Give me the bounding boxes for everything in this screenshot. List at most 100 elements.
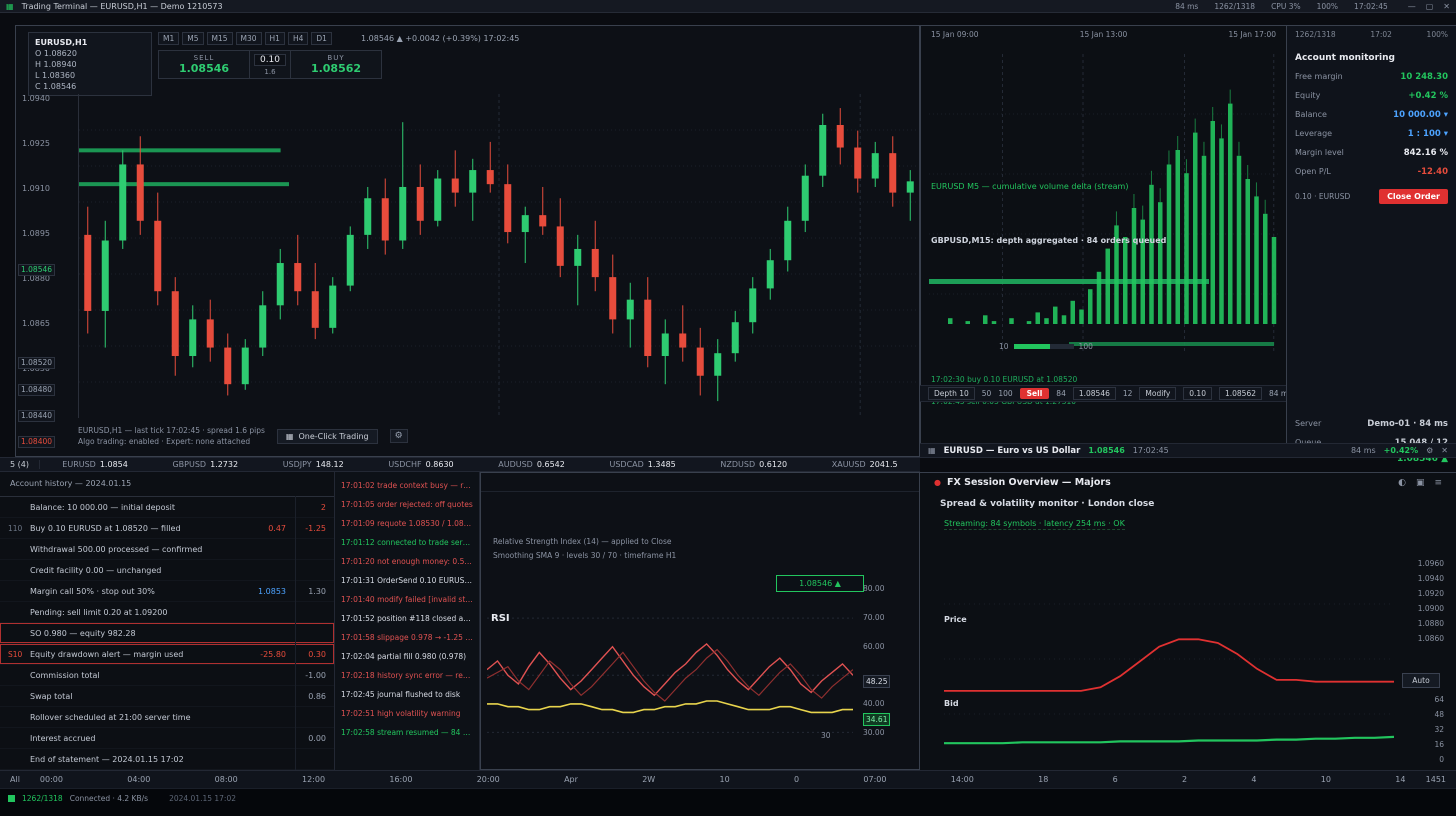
ticker-item[interactable]: USDJPY 148.12 bbox=[283, 460, 344, 469]
sell-button[interactable]: SELL 1.08546 bbox=[159, 51, 249, 78]
time-axis-label: 04:00 bbox=[127, 775, 150, 784]
ticker-item[interactable]: NZDUSD 0.6120 bbox=[720, 460, 787, 469]
row-value-2: 1.30 bbox=[294, 587, 326, 596]
dom-control-chip[interactable]: 12 bbox=[1123, 389, 1133, 398]
buy-button[interactable]: BUY 1.08562 bbox=[291, 51, 381, 78]
ticker-item[interactable]: USDCHF 0.8630 bbox=[388, 460, 453, 469]
ticker-item[interactable]: XAUUSD 2041.5 bbox=[832, 460, 898, 469]
close-icon[interactable]: ✕ bbox=[1441, 446, 1448, 455]
gear-icon[interactable]: ⚙ bbox=[390, 429, 408, 443]
stream-status-text: Streaming: 84 symbols · latency 254 ms ·… bbox=[944, 519, 1125, 530]
contrast-icon[interactable]: ◐ bbox=[1398, 478, 1406, 488]
axis-label: 1.0900 bbox=[1402, 604, 1444, 619]
window-control-button[interactable]: — bbox=[1408, 2, 1416, 11]
ticker-item[interactable]: GBPUSD 1.2732 bbox=[172, 460, 238, 469]
overview-volume-axis: 644832160 bbox=[1402, 695, 1444, 770]
dom-control-chip[interactable]: 1.08546 bbox=[1073, 387, 1116, 400]
sidebar-row-label: Equity bbox=[1295, 91, 1320, 100]
sidebar-row-value: -12.40 bbox=[1418, 167, 1448, 177]
sidebar-row-value: 10 000.00 ▾ bbox=[1393, 110, 1448, 120]
axis-label: 16 bbox=[1402, 740, 1444, 755]
menu-icon[interactable]: ≡ bbox=[1434, 478, 1442, 488]
rsi-indicator-panel: Relative Strength Index (14) — applied t… bbox=[480, 472, 920, 770]
overview-subtitle: Spread & volatility monitor · London clo… bbox=[940, 499, 1154, 509]
slider-track[interactable] bbox=[1014, 344, 1074, 349]
time-axis-right: 1451 bbox=[1426, 775, 1446, 784]
axis-label: 64 bbox=[1402, 695, 1444, 710]
time-axis-label: 2W bbox=[642, 775, 655, 784]
connection-note: Connected · 4.2 KB/s bbox=[70, 794, 148, 803]
sell-label: SELL bbox=[165, 54, 243, 62]
ticker-item[interactable]: USDCAD 1.3485 bbox=[609, 460, 675, 469]
table-row[interactable]: End of statement — 2024.01.15 17:02 bbox=[0, 749, 334, 770]
ticker-symbol: USDCHF bbox=[388, 460, 421, 469]
sidebar-footer-label: Server bbox=[1295, 419, 1321, 428]
overview-price-axis: 1.09601.09401.09201.09001.08801.0860 bbox=[1402, 559, 1444, 649]
sidebar-footer-row: Server Demo-01 · 84 ms bbox=[1287, 414, 1456, 433]
depth-chart-panel: 15 Jan 09:0015 Jan 13:0015 Jan 17:00 EUR… bbox=[920, 25, 1286, 445]
dom-control-chip[interactable]: Depth 10 bbox=[928, 387, 975, 400]
layout-icon[interactable]: ▣ bbox=[1416, 478, 1425, 488]
time-axis-label: 14:00 bbox=[951, 775, 974, 784]
row-label: Credit facility 0.00 — unchanged bbox=[30, 566, 244, 575]
dom-control-chip[interactable]: 100 bbox=[998, 389, 1012, 398]
dom-control-chip[interactable]: 50 bbox=[982, 389, 992, 398]
table-row[interactable]: Swap total 0.86 bbox=[0, 686, 334, 707]
chart-date-label: 15 Jan 13:00 bbox=[1080, 30, 1128, 39]
table-row[interactable]: Commission total -1.00 bbox=[0, 665, 334, 686]
app-title: Trading Terminal — EURUSD,H1 — Demo 1210… bbox=[22, 2, 223, 11]
main-candlestick-chart[interactable] bbox=[78, 94, 919, 418]
journal-entry: 17:02:18 history sync error — retrying bbox=[335, 666, 479, 685]
depth-volume-chart[interactable] bbox=[929, 54, 1279, 354]
symbol-icon: ▦ bbox=[928, 446, 936, 455]
close-order-button[interactable]: Close Order bbox=[1379, 189, 1448, 204]
ohlc-low: L 1.08360 bbox=[35, 70, 145, 81]
dom-control-chip[interactable]: 1.08562 bbox=[1219, 387, 1262, 400]
dom-control-chip[interactable]: 0.10 bbox=[1183, 387, 1212, 400]
table-row[interactable]: Interest accrued 0.00 bbox=[0, 728, 334, 749]
one-click-trading-button[interactable]: ▦ One-Click Trading bbox=[277, 429, 378, 444]
depth-zoom-slider[interactable]: 10 100 bbox=[999, 342, 1093, 351]
ticker-item[interactable]: AUDUSD 0.6542 bbox=[498, 460, 565, 469]
timeframe-button[interactable]: M1 bbox=[158, 32, 179, 45]
timeframe-button[interactable]: M30 bbox=[236, 32, 262, 45]
ticker-symbol: XAUUSD bbox=[832, 460, 866, 469]
dom-control-chip[interactable]: 84 bbox=[1056, 389, 1066, 398]
ticker-value: 0.8630 bbox=[426, 460, 454, 469]
sidebar-row: Margin level 842.16 % bbox=[1287, 143, 1456, 162]
overview-line-chart[interactable] bbox=[944, 549, 1394, 761]
symbol-bar-title: EURUSD — Euro vs US Dollar bbox=[944, 446, 1081, 456]
table-row[interactable]: SO 0.980 — equity 982.28 bbox=[0, 623, 334, 644]
ticker-item[interactable]: EURUSD 1.0854 bbox=[62, 460, 128, 469]
ticker-symbol: USDJPY bbox=[283, 460, 312, 469]
timeframe-button[interactable]: M5 bbox=[182, 32, 203, 45]
symbol-info-box: EURUSD,H1 O 1.08620 H 1.08940 L 1.08360 … bbox=[28, 32, 152, 96]
buy-label: BUY bbox=[297, 54, 375, 62]
spread-value: 1.6 bbox=[264, 68, 275, 76]
timeframe-button[interactable]: H4 bbox=[288, 32, 308, 45]
gear-icon[interactable]: ⚙ bbox=[1426, 446, 1433, 455]
table-row[interactable]: 110 Buy 0.10 EURUSD at 1.08520 — filled … bbox=[0, 518, 334, 539]
table-row[interactable]: Margin call 50% · stop out 30% 1.0853 1.… bbox=[0, 581, 334, 602]
price-tag: 1.08480 bbox=[18, 384, 55, 396]
table-row[interactable]: Balance: 10 000.00 — initial deposit 2 bbox=[0, 497, 334, 518]
lot-size-input[interactable]: 0.10 bbox=[254, 54, 286, 66]
table-row[interactable]: Pending: sell limit 0.20 at 1.09200 bbox=[0, 602, 334, 623]
table-row[interactable]: Rollover scheduled at 21:00 server time bbox=[0, 707, 334, 728]
table-row[interactable]: S10 Equity drawdown alert — margin used … bbox=[0, 644, 334, 665]
table-row[interactable]: Withdrawal 500.00 processed — confirmed bbox=[0, 539, 334, 560]
timeframe-button[interactable]: H1 bbox=[265, 32, 285, 45]
lot-size-widget: 0.10 1.6 bbox=[249, 51, 291, 78]
window-control-button[interactable]: ✕ bbox=[1443, 2, 1450, 11]
dom-control-chip[interactable]: Modify bbox=[1139, 387, 1176, 400]
timeframe-button[interactable]: M15 bbox=[207, 32, 233, 45]
time-axis-label: 2 bbox=[1182, 775, 1187, 784]
table-row[interactable]: Credit facility 0.00 — unchanged bbox=[0, 560, 334, 581]
auto-scale-button[interactable]: Auto bbox=[1402, 673, 1440, 688]
window-control-button[interactable]: ▢ bbox=[1426, 2, 1434, 11]
dom-control-chip[interactable]: Sell bbox=[1020, 388, 1050, 399]
sell-price: 1.08546 bbox=[165, 62, 243, 75]
time-axis-lead: All bbox=[10, 775, 20, 784]
journal-entry: 17:01:09 requote 1.08530 / 1.08548 bbox=[335, 514, 479, 533]
timeframe-button[interactable]: D1 bbox=[311, 32, 332, 45]
